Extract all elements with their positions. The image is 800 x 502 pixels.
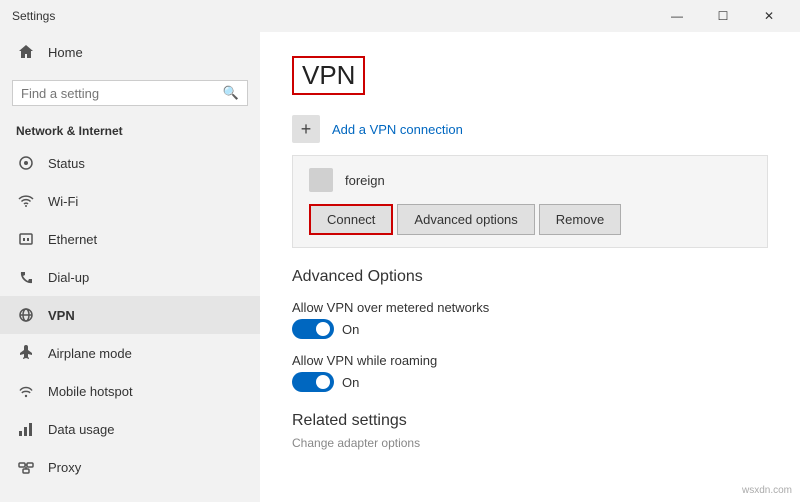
ethernet-icon bbox=[16, 229, 36, 249]
vpn-connection-indicator bbox=[309, 168, 333, 192]
wifi-label: Wi-Fi bbox=[48, 194, 78, 209]
maximize-button[interactable]: ☐ bbox=[700, 0, 746, 32]
main-content: VPN + Add a VPN connection foreign Conne… bbox=[260, 32, 800, 502]
advanced-options-button[interactable]: Advanced options bbox=[397, 204, 534, 235]
sidebar-item-proxy[interactable]: Proxy bbox=[0, 448, 260, 486]
airplane-icon bbox=[16, 343, 36, 363]
toggle-metered[interactable] bbox=[292, 319, 334, 339]
minimize-button[interactable]: — bbox=[654, 0, 700, 32]
content-area: Home 🔍 Network & Internet Status bbox=[0, 32, 800, 502]
datausage-icon bbox=[16, 419, 36, 439]
wifi-icon bbox=[16, 191, 36, 211]
advanced-options-heading: Advanced Options bbox=[292, 268, 768, 286]
search-input[interactable] bbox=[21, 86, 223, 101]
sidebar-search-container: 🔍 bbox=[12, 80, 248, 106]
dialup-icon bbox=[16, 267, 36, 287]
vpn-label: VPN bbox=[48, 308, 75, 323]
status-icon bbox=[16, 153, 36, 173]
toggle-metered-row: Allow VPN over metered networks On bbox=[292, 300, 768, 339]
airplane-label: Airplane mode bbox=[48, 346, 132, 361]
datausage-label: Data usage bbox=[48, 422, 115, 437]
vpn-buttons: Connect Advanced options Remove bbox=[309, 204, 751, 235]
titlebar-controls: — ☐ ✕ bbox=[654, 0, 792, 32]
sidebar: Home 🔍 Network & Internet Status bbox=[0, 32, 260, 502]
sidebar-section-title: Network & Internet bbox=[0, 118, 260, 144]
connect-button[interactable]: Connect bbox=[309, 204, 393, 235]
proxy-label: Proxy bbox=[48, 460, 81, 475]
toggle-roaming-label: Allow VPN while roaming bbox=[292, 353, 768, 368]
sidebar-item-vpn[interactable]: VPN bbox=[0, 296, 260, 334]
sidebar-item-status[interactable]: Status bbox=[0, 144, 260, 182]
remove-button[interactable]: Remove bbox=[539, 204, 621, 235]
settings-window: Settings — ☐ ✕ Home 🔍 bbox=[0, 0, 800, 502]
home-icon bbox=[16, 42, 36, 62]
toggle-metered-state: On bbox=[342, 322, 359, 337]
hotspot-label: Mobile hotspot bbox=[48, 384, 133, 399]
page-title: VPN bbox=[302, 60, 355, 91]
search-icon: 🔍 bbox=[223, 85, 239, 101]
watermark: wsxdn.com bbox=[742, 485, 792, 496]
toggle-metered-control: On bbox=[292, 319, 768, 339]
add-vpn-row[interactable]: + Add a VPN connection bbox=[292, 115, 768, 143]
ethernet-label: Ethernet bbox=[48, 232, 97, 247]
related-settings-heading: Related settings bbox=[292, 412, 768, 430]
vpn-connection-name: foreign bbox=[345, 173, 385, 188]
sidebar-item-hotspot[interactable]: Mobile hotspot bbox=[0, 372, 260, 410]
add-vpn-icon: + bbox=[292, 115, 320, 143]
toggle-roaming-state: On bbox=[342, 375, 359, 390]
proxy-icon bbox=[16, 457, 36, 477]
page-title-box: VPN bbox=[292, 56, 365, 95]
titlebar-title: Settings bbox=[12, 9, 55, 23]
dialup-label: Dial-up bbox=[48, 270, 89, 285]
toggle-metered-label: Allow VPN over metered networks bbox=[292, 300, 768, 315]
home-label: Home bbox=[48, 45, 83, 60]
vpn-icon bbox=[16, 305, 36, 325]
toggle-roaming-row: Allow VPN while roaming On bbox=[292, 353, 768, 392]
vpn-connection-top: foreign bbox=[309, 168, 751, 192]
close-button[interactable]: ✕ bbox=[746, 0, 792, 32]
sidebar-item-wifi[interactable]: Wi-Fi bbox=[0, 182, 260, 220]
sidebar-item-airplane[interactable]: Airplane mode bbox=[0, 334, 260, 372]
related-settings-link[interactable]: Change adapter options bbox=[292, 436, 768, 450]
hotspot-icon bbox=[16, 381, 36, 401]
sidebar-item-home[interactable]: Home bbox=[0, 32, 260, 72]
status-label: Status bbox=[48, 156, 85, 171]
toggle-roaming[interactable] bbox=[292, 372, 334, 392]
sidebar-item-datausage[interactable]: Data usage bbox=[0, 410, 260, 448]
toggle-roaming-control: On bbox=[292, 372, 768, 392]
sidebar-item-dialup[interactable]: Dial-up bbox=[0, 258, 260, 296]
add-vpn-label: Add a VPN connection bbox=[332, 122, 463, 137]
sidebar-item-ethernet[interactable]: Ethernet bbox=[0, 220, 260, 258]
vpn-connection-card: foreign Connect Advanced options Remove bbox=[292, 155, 768, 248]
titlebar: Settings — ☐ ✕ bbox=[0, 0, 800, 32]
